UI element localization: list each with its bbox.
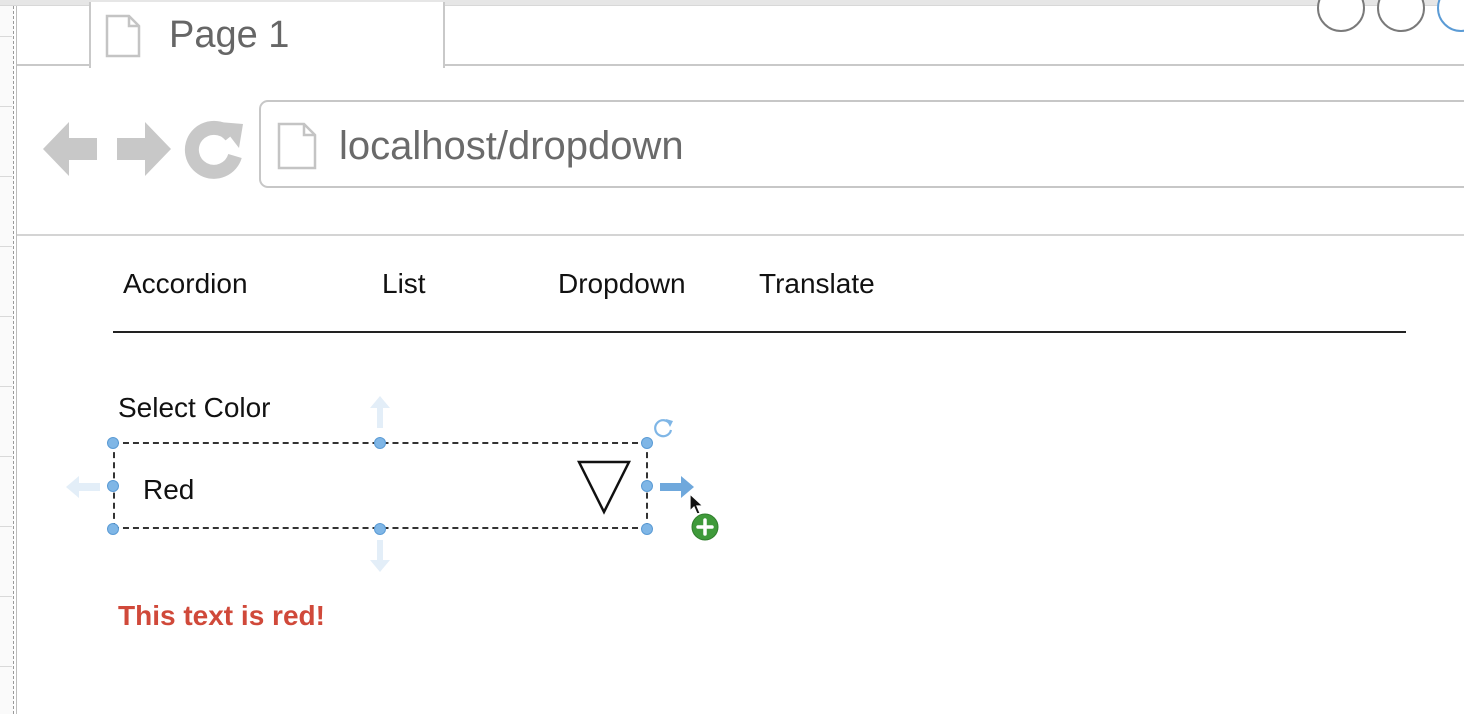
guide-tick bbox=[0, 386, 12, 387]
tab-title: Page 1 bbox=[169, 14, 290, 56]
guide-tick bbox=[0, 526, 12, 527]
canvas-left-guide bbox=[0, 6, 14, 714]
nav-item-dropdown[interactable]: Dropdown bbox=[558, 268, 686, 300]
guide-tick bbox=[0, 316, 12, 317]
guide-tick bbox=[0, 666, 12, 667]
nav-item-accordion[interactable]: Accordion bbox=[123, 268, 248, 300]
nav-item-translate[interactable]: Translate bbox=[759, 268, 875, 300]
color-select[interactable]: Red bbox=[113, 442, 648, 529]
rotate-icon[interactable] bbox=[652, 416, 676, 438]
add-icon[interactable] bbox=[690, 512, 720, 542]
guide-tick bbox=[0, 36, 12, 37]
guide-tick bbox=[0, 596, 12, 597]
resize-handle[interactable] bbox=[107, 523, 119, 535]
window-control-circle[interactable] bbox=[1437, 0, 1464, 32]
arrow-down-icon[interactable] bbox=[368, 538, 392, 574]
arrow-up-icon[interactable] bbox=[368, 394, 392, 430]
tab-strip: Page 1 bbox=[17, 0, 1464, 68]
resize-handle[interactable] bbox=[641, 523, 653, 535]
window-controls bbox=[1317, 0, 1464, 36]
browser-toolbar: localhost/dropdown bbox=[17, 66, 1464, 236]
address-bar[interactable]: localhost/dropdown bbox=[259, 100, 1464, 188]
back-arrow-icon[interactable] bbox=[41, 118, 101, 180]
nav-divider bbox=[113, 331, 1406, 333]
page-icon bbox=[277, 122, 317, 170]
select-color-label: Select Color bbox=[118, 392, 271, 423]
nav-item-list[interactable]: List bbox=[382, 268, 426, 300]
result-text: This text is red! bbox=[118, 600, 325, 631]
guide-tick bbox=[0, 246, 12, 247]
guide-tick bbox=[0, 106, 12, 107]
resize-handle[interactable] bbox=[641, 480, 653, 492]
resize-handle[interactable] bbox=[107, 480, 119, 492]
resize-handle[interactable] bbox=[107, 437, 119, 449]
page-icon bbox=[105, 14, 141, 58]
resize-handle[interactable] bbox=[641, 437, 653, 449]
guide-tick bbox=[0, 456, 12, 457]
guide-tick bbox=[0, 176, 12, 177]
forward-arrow-icon[interactable] bbox=[113, 118, 173, 180]
window-control-circle[interactable] bbox=[1317, 0, 1365, 32]
url-text: localhost/dropdown bbox=[339, 124, 684, 168]
arrow-left-icon[interactable] bbox=[64, 474, 102, 500]
select-value: Red bbox=[143, 474, 195, 505]
resize-handle[interactable] bbox=[374, 437, 386, 449]
window-control-circle[interactable] bbox=[1377, 0, 1425, 32]
resize-handle[interactable] bbox=[374, 523, 386, 535]
reload-icon[interactable] bbox=[183, 118, 243, 180]
browser-tab[interactable]: Page 1 bbox=[89, 2, 445, 68]
triangle-down-icon[interactable] bbox=[577, 460, 631, 516]
